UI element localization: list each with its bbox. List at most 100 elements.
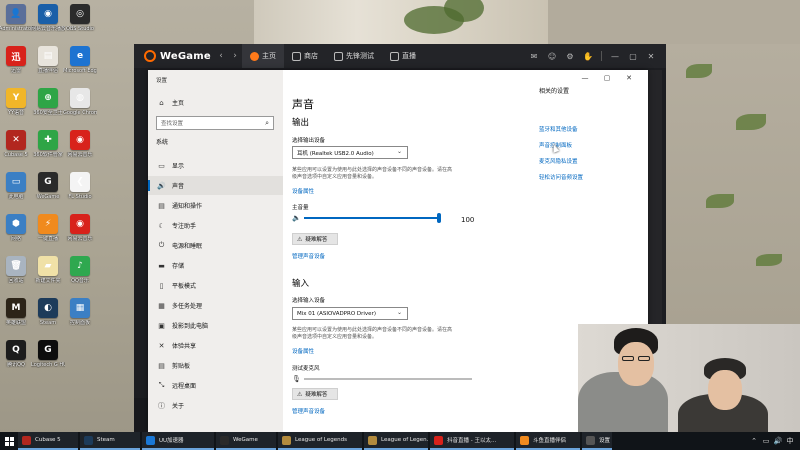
sidebar-item[interactable]: ✕ 体验共享 bbox=[148, 336, 283, 355]
sidebar-item[interactable]: ▣ 投影到此电脑 bbox=[148, 316, 283, 335]
tray-volume-icon[interactable]: 🔊 bbox=[772, 437, 784, 445]
desktop-icon[interactable]: ▤ 直播伴侣 bbox=[32, 46, 64, 86]
desktop-icon[interactable]: ▭ 此电脑 bbox=[0, 172, 32, 212]
maximize-icon[interactable]: ▢ bbox=[596, 74, 618, 82]
taskbar-app[interactable]: UU加速器 bbox=[142, 432, 214, 450]
input-device-properties-link[interactable]: 设备属性 bbox=[292, 347, 314, 355]
sidebar-item[interactable]: ⤡ 远程桌面 bbox=[148, 376, 283, 395]
desktop-icon[interactable]: Q 腾讯QQ bbox=[0, 340, 32, 380]
desktop-icon[interactable]: ◍ Google Chrome bbox=[63, 88, 97, 128]
taskbar-app[interactable]: WeGame bbox=[216, 432, 276, 450]
sidebar-item[interactable]: ☾ 专注助手 bbox=[148, 216, 283, 235]
sidebar-item[interactable]: ⓘ 关于 bbox=[148, 396, 283, 415]
app-icon: ❮ bbox=[70, 172, 90, 192]
volume-thumb[interactable] bbox=[437, 213, 441, 223]
related-link-ease-of-access-audio[interactable]: 轻松访问音频设置 bbox=[539, 173, 583, 181]
input-troubleshoot-button[interactable]: ⚠ 疑难解答 bbox=[292, 388, 338, 400]
taskbar-app[interactable]: League of Legen... bbox=[364, 432, 428, 450]
desktop-icon[interactable]: e Microsoft Edge bbox=[63, 46, 97, 86]
sidebar-item[interactable]: ▦ 多任务处理 bbox=[148, 296, 283, 315]
taskbar-app[interactable]: 斗鱼直播伴侣 bbox=[516, 432, 580, 450]
warning-icon: ⚠ bbox=[297, 390, 303, 398]
wegame-tab-store[interactable]: 商店 bbox=[284, 44, 326, 68]
desktop-icon[interactable]: ♪ QQ音乐 bbox=[64, 256, 96, 296]
manage-sound-devices-link[interactable]: 管理声音设备 bbox=[292, 252, 325, 260]
button-label: 疑难解答 bbox=[305, 392, 328, 398]
minimize-icon[interactable]: — bbox=[574, 74, 596, 82]
tray-expand-icon[interactable]: ⌃ bbox=[748, 437, 760, 445]
related-link-bluetooth[interactable]: 蓝牙和其他设备 bbox=[539, 125, 578, 133]
minimize-icon[interactable]: — bbox=[606, 52, 624, 61]
sidebar-item[interactable]: ▬ 存储 bbox=[148, 256, 283, 275]
wegame-tab-home[interactable]: 主页 bbox=[242, 44, 284, 68]
sidebar-item[interactable]: ▤ 通知和操作 bbox=[148, 196, 283, 215]
taskbar-app[interactable]: 抖音直播 - 王以太... bbox=[430, 432, 514, 450]
hand-icon[interactable]: ✋ bbox=[579, 52, 597, 61]
settings-search-input[interactable]: 查找设置 ⌕ bbox=[156, 116, 274, 130]
manage-sound-devices-link[interactable]: 管理声音设备 bbox=[292, 407, 325, 415]
master-volume-slider[interactable]: 🔈 bbox=[292, 213, 441, 223]
friends-icon[interactable]: ☺ bbox=[543, 52, 561, 61]
sidebar-item-icon: ▣ bbox=[158, 321, 165, 330]
taskbar-app[interactable]: League of Legends bbox=[278, 432, 362, 450]
desktop-icon[interactable]: ❮ FL Studio bbox=[64, 172, 96, 212]
desktop-icon-label: Google Chrome bbox=[63, 110, 97, 116]
desktop-icon[interactable]: 🗑 回收站 bbox=[0, 256, 32, 296]
desktop-icon[interactable]: Y YY语音 bbox=[0, 88, 32, 128]
taskbar-app[interactable]: Steam bbox=[80, 432, 140, 450]
sidebar-item[interactable]: ▭ 显示 bbox=[148, 156, 283, 175]
sidebar-item[interactable]: ▤ 剪贴板 bbox=[148, 356, 283, 375]
app-icon: ▤ bbox=[38, 46, 58, 66]
output-device-select[interactable]: 耳机 (Realtek USB2.0 Audio) ⌄ bbox=[292, 146, 408, 159]
back-arrow-icon[interactable]: ‹ bbox=[214, 51, 228, 61]
sidebar-item-label: 通知和操作 bbox=[172, 203, 203, 210]
desktop-icon[interactable]: ⬢ 网络 bbox=[0, 214, 32, 254]
taskbar-apps: Cubase 5 Steam UU加速器 WeGame League of Legend… bbox=[18, 432, 614, 450]
taskbar: Cubase 5 Steam UU加速器 WeGame League of Legend… bbox=[0, 432, 800, 450]
sidebar-item-home[interactable]: ⌂ 主页 bbox=[148, 93, 283, 112]
desktop-icon[interactable]: ▦ 控制面板 bbox=[64, 298, 96, 338]
desktop-icon[interactable]: ◉ 网易云音乐 bbox=[64, 214, 96, 254]
desktop-icon[interactable]: 迅迅雷 bbox=[0, 46, 32, 86]
wegame-tab-live[interactable]: 直播 bbox=[382, 44, 424, 68]
desktop-icon[interactable]: ⚡ 一键直播 bbox=[32, 214, 64, 254]
gear-icon[interactable]: ⚙ bbox=[561, 52, 579, 61]
desktop-icon[interactable]: ◉ 网易云音乐 bbox=[64, 130, 96, 170]
related-link-microphone-privacy[interactable]: 麦克风隐私设置 bbox=[539, 157, 578, 165]
taskbar-app[interactable]: 设置 bbox=[582, 432, 612, 450]
desktop-icon[interactable]: ◐ Steam bbox=[32, 298, 64, 338]
output-troubleshoot-button[interactable]: ⚠ 疑难解答 bbox=[292, 233, 338, 245]
desktop-icon[interactable]: ◎ OBS Studio bbox=[64, 4, 96, 44]
start-button[interactable] bbox=[0, 432, 18, 450]
mail-icon[interactable]: ✉ bbox=[525, 52, 543, 61]
close-icon[interactable]: ✕ bbox=[618, 74, 640, 82]
tray-ime-icon[interactable]: 中 bbox=[784, 436, 796, 446]
forward-arrow-icon[interactable]: › bbox=[228, 51, 242, 61]
tray-network-icon[interactable]: ▭ bbox=[760, 437, 772, 445]
taskbar-app[interactable]: Cubase 5 bbox=[18, 432, 78, 450]
desktop-icon[interactable]: ✕ Cubase 5 bbox=[0, 130, 32, 170]
desktop-icon[interactable]: ◉ 网易云音乐播放器 bbox=[31, 4, 65, 44]
desktop-icon[interactable]: G Logitech G HUB bbox=[31, 340, 65, 380]
desktop-icon[interactable]: 👤 Administrator bbox=[0, 4, 33, 44]
app-icon bbox=[282, 435, 291, 445]
sidebar-item[interactable]: ▯ 平板模式 bbox=[148, 276, 283, 295]
close-icon[interactable]: ✕ bbox=[642, 52, 660, 61]
input-device-select[interactable]: Mix 01 (ASIOVADPRO Driver) ⌄ bbox=[292, 307, 408, 320]
wallpaper-right bbox=[548, 0, 800, 44]
output-device-properties-link[interactable]: 设备属性 bbox=[292, 187, 314, 195]
maximize-icon[interactable]: ▢ bbox=[624, 52, 642, 61]
desktop-icon[interactable]: ⊕ 360安全卫士 bbox=[32, 88, 64, 128]
app-icon: ◉ bbox=[70, 130, 90, 150]
app-icon: ✚ bbox=[38, 130, 58, 150]
wegame-tab-beta[interactable]: 先锋测试 bbox=[326, 44, 382, 68]
desktop-icon[interactable]: M 英雄联盟 bbox=[0, 298, 32, 338]
sidebar-item[interactable]: ⏻ 电源和睡眠 bbox=[148, 236, 283, 255]
desktop-icon[interactable]: ▰ 新建文件夹 bbox=[32, 256, 64, 296]
sidebar-item[interactable]: 🔊 声音 bbox=[148, 176, 283, 195]
desktop-icon[interactable]: ✚ 360软件管家 bbox=[32, 130, 64, 170]
app-icon: ▭ bbox=[6, 172, 26, 192]
wallpaper-top bbox=[254, 0, 548, 44]
desktop-icon[interactable]: G WeGame bbox=[32, 172, 64, 212]
volume-track[interactable] bbox=[304, 213, 441, 223]
